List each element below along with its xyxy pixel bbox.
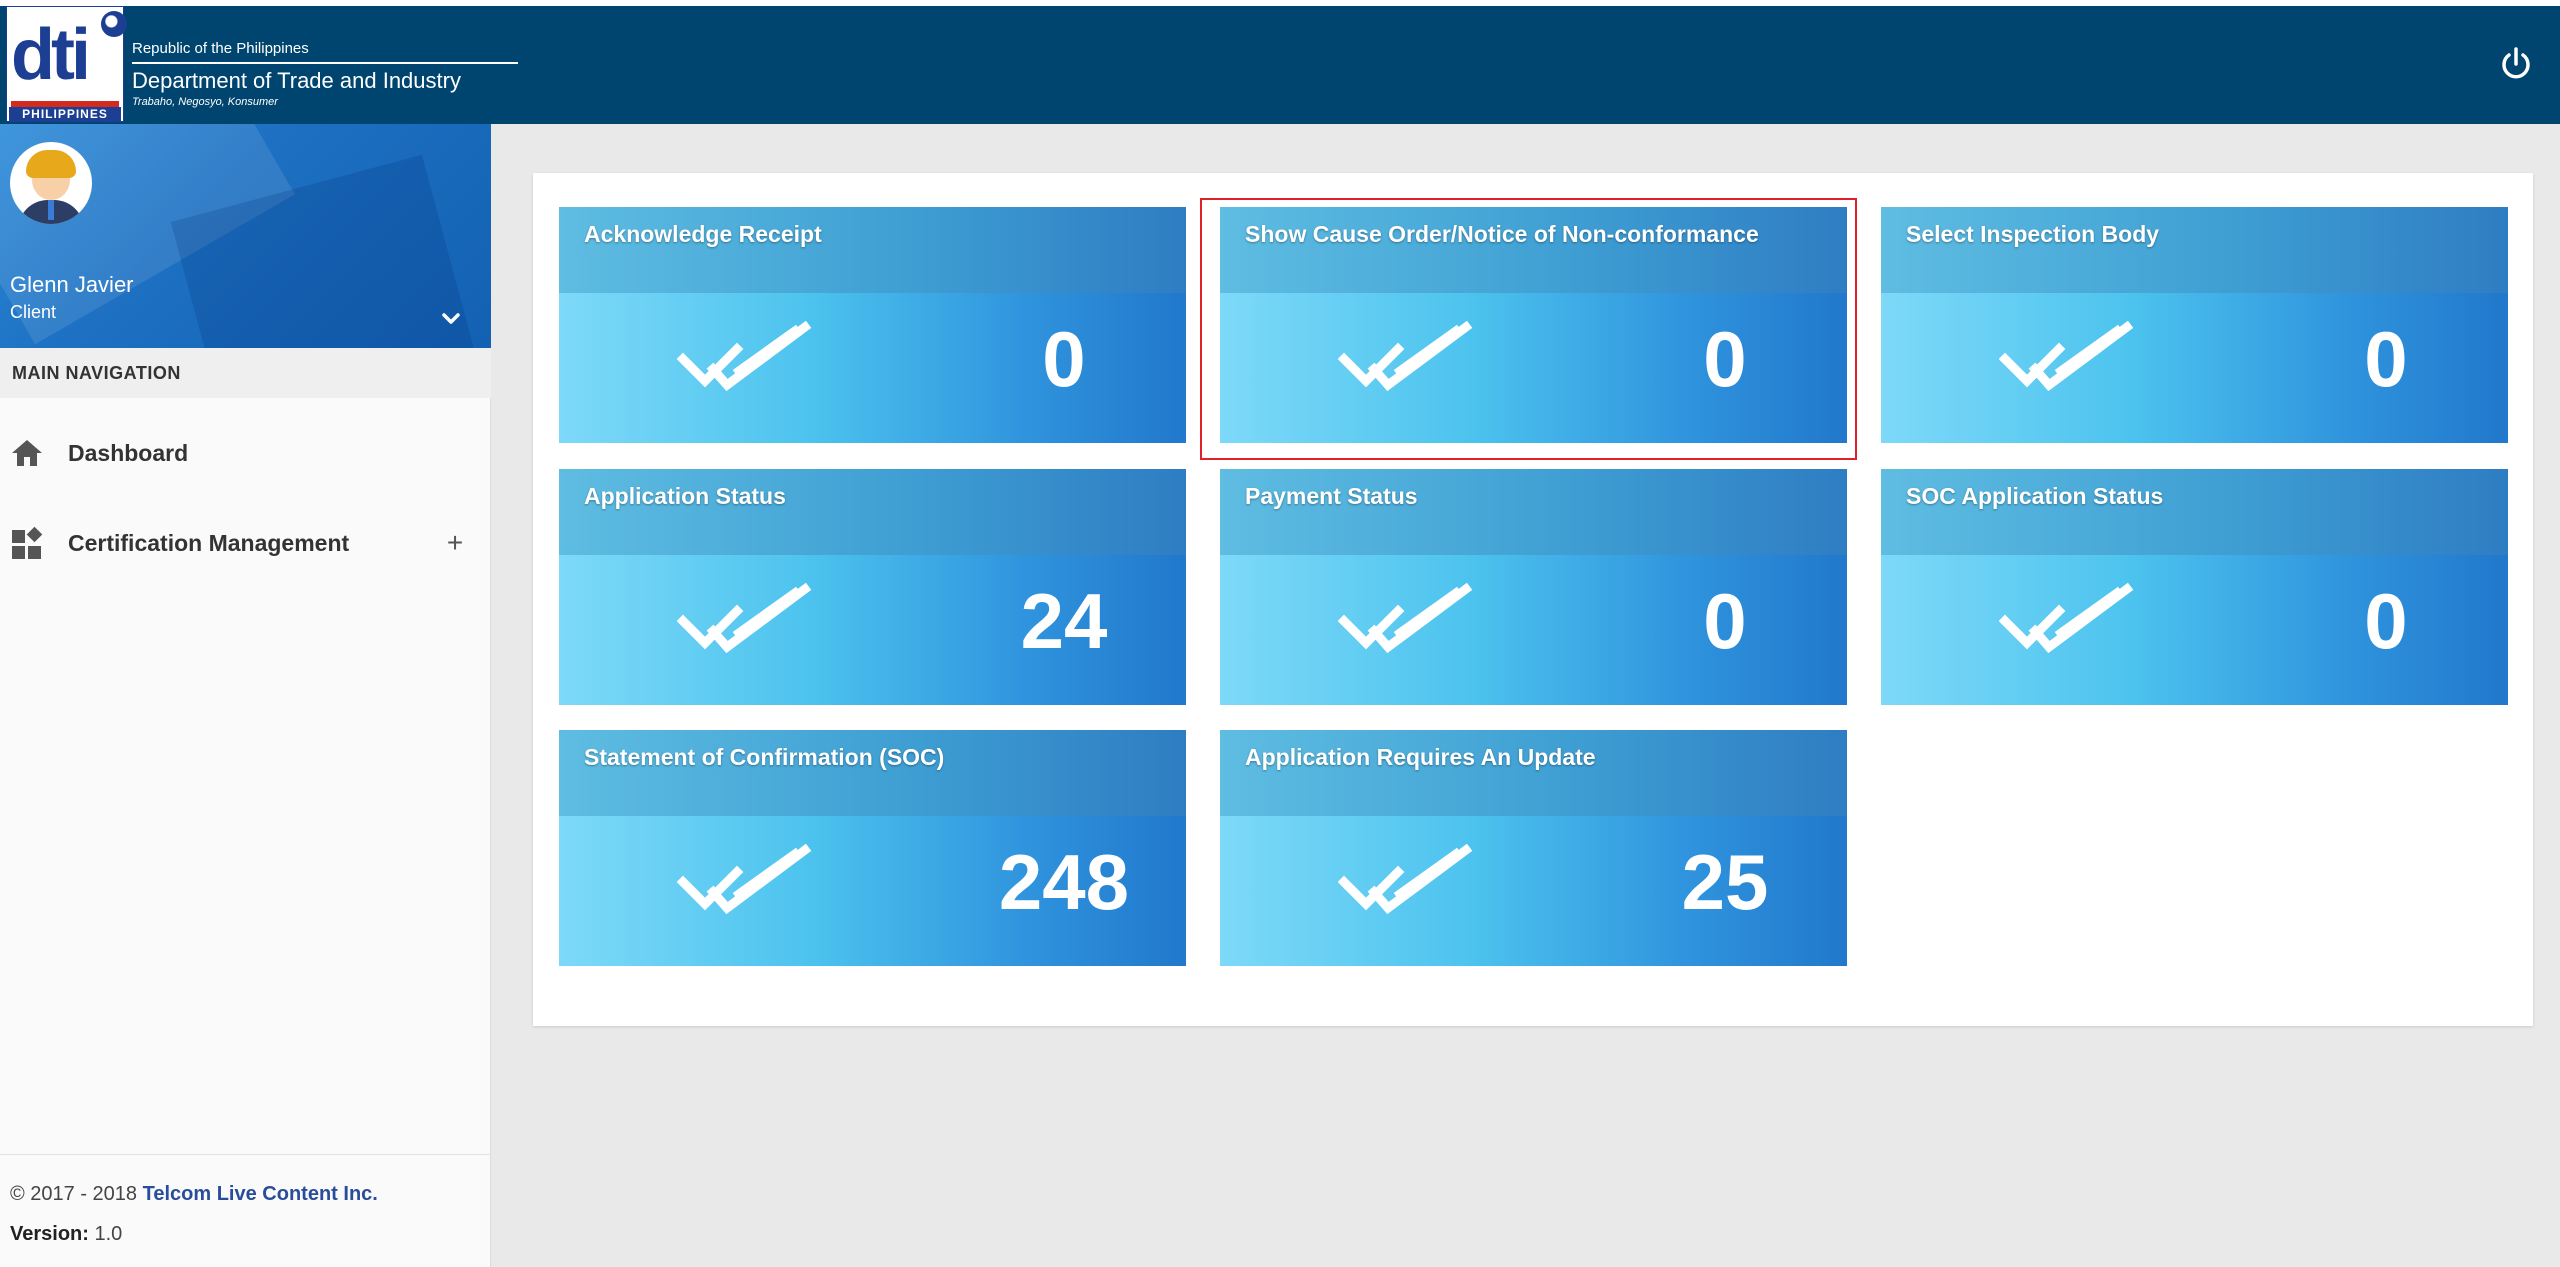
tile-application-status[interactable]: Application Status 24	[559, 469, 1186, 705]
tile-header	[559, 469, 1186, 555]
version-value: 1.0	[94, 1223, 123, 1245]
logo-country: PHILIPPINES	[9, 107, 121, 121]
tile-header	[1881, 469, 2508, 555]
tile-count: 0	[1703, 577, 1747, 665]
tile-acknowledge-receipt[interactable]: Acknowledge Receipt 0	[559, 207, 1186, 443]
double-check-icon	[1338, 320, 1473, 392]
tile-payment-status[interactable]: Payment Status 0	[1220, 469, 1847, 705]
double-check-icon	[1338, 843, 1473, 915]
sidebar-item-certification-management[interactable]: Certification Management +	[0, 508, 491, 578]
logo-text: dti	[11, 15, 91, 95]
tile-header	[559, 730, 1186, 816]
sidebar-footer: © 2017 - 2018 Telcom Live Content Inc. V…	[0, 1154, 491, 1267]
double-check-icon	[677, 582, 812, 654]
tile-show-cause-order[interactable]: Show Cause Order/Notice of Non-conforman…	[1220, 207, 1847, 443]
chevron-down-icon	[442, 313, 460, 324]
globe-icon	[101, 11, 127, 37]
apps-icon	[12, 526, 43, 559]
expand-icon[interactable]: +	[440, 508, 470, 578]
tile-title: Statement of Confirmation (SOC)	[584, 744, 945, 770]
avatar	[10, 142, 92, 224]
sidebar-item-label: Dashboard	[68, 440, 189, 466]
tile-count: 248	[998, 838, 1130, 926]
sidebar-item-label: Certification Management	[68, 530, 350, 556]
double-check-icon	[1999, 320, 2134, 392]
tile-header	[1881, 207, 2508, 293]
tile-count: 0	[2364, 577, 2408, 665]
tile-soc-application-status[interactable]: SOC Application Status 0	[1881, 469, 2508, 705]
header-top-line	[0, 0, 2560, 6]
company-link[interactable]: Telcom Live Content Inc.	[143, 1183, 378, 1205]
sidebar: Glenn Javier Client MAIN NAVIGATION Dash…	[0, 124, 491, 1267]
republic-text: Republic of the Philippines	[132, 40, 309, 57]
tile-header	[1220, 730, 1847, 816]
double-check-icon	[1338, 582, 1473, 654]
nav-header: MAIN NAVIGATION	[0, 348, 491, 398]
tile-header	[1220, 469, 1847, 555]
tile-statement-of-confirmation[interactable]: Statement of Confirmation (SOC) 248	[559, 730, 1186, 966]
tile-count: 0	[1042, 315, 1086, 403]
tagline-text: Trabaho, Negosyo, Konsumer	[132, 96, 278, 108]
tile-title: SOC Application Status	[1906, 483, 2164, 509]
tile-application-requires-update[interactable]: Application Requires An Update 25	[1220, 730, 1847, 966]
tile-title: Payment Status	[1245, 483, 1418, 509]
user-menu-toggle[interactable]	[436, 304, 466, 334]
user-panel: Glenn Javier Client	[0, 124, 491, 348]
user-name: Glenn Javier	[10, 272, 134, 297]
double-check-icon	[1999, 582, 2134, 654]
tile-title: Acknowledge Receipt	[584, 221, 822, 247]
tile-count: 0	[1703, 315, 1747, 403]
tile-count: 24	[1020, 577, 1108, 665]
copyright: © 2017 - 2018 Telcom Live Content Inc.	[10, 1183, 378, 1206]
power-button[interactable]	[2496, 44, 2536, 84]
dti-logo[interactable]: dti PHILIPPINES	[6, 6, 127, 122]
tile-count: 25	[1681, 838, 1769, 926]
tile-select-inspection-body[interactable]: Select Inspection Body 0	[1881, 207, 2508, 443]
user-role: Client	[10, 302, 57, 322]
tile-header	[559, 207, 1186, 293]
copyright-prefix: © 2017 - 2018	[10, 1183, 138, 1205]
tile-count: 0	[2364, 315, 2408, 403]
version: Version: 1.0	[10, 1223, 122, 1246]
tile-title: Application Requires An Update	[1245, 744, 1596, 770]
home-icon	[12, 440, 42, 466]
tile-title: Application Status	[584, 483, 786, 509]
tile-header	[1220, 207, 1847, 293]
department-text: Department of Trade and Industry	[132, 68, 461, 93]
tile-title: Select Inspection Body	[1906, 221, 2160, 247]
double-check-icon	[677, 320, 812, 392]
top-header: dti PHILIPPINES Republic of the Philippi…	[0, 0, 2560, 124]
double-check-icon	[677, 843, 812, 915]
agency-divider	[132, 62, 518, 64]
sidebar-item-dashboard[interactable]: Dashboard	[0, 418, 491, 488]
version-label: Version:	[10, 1223, 89, 1245]
power-icon	[2502, 47, 2530, 79]
tile-title: Show Cause Order/Notice of Non-conforman…	[1245, 221, 1759, 247]
